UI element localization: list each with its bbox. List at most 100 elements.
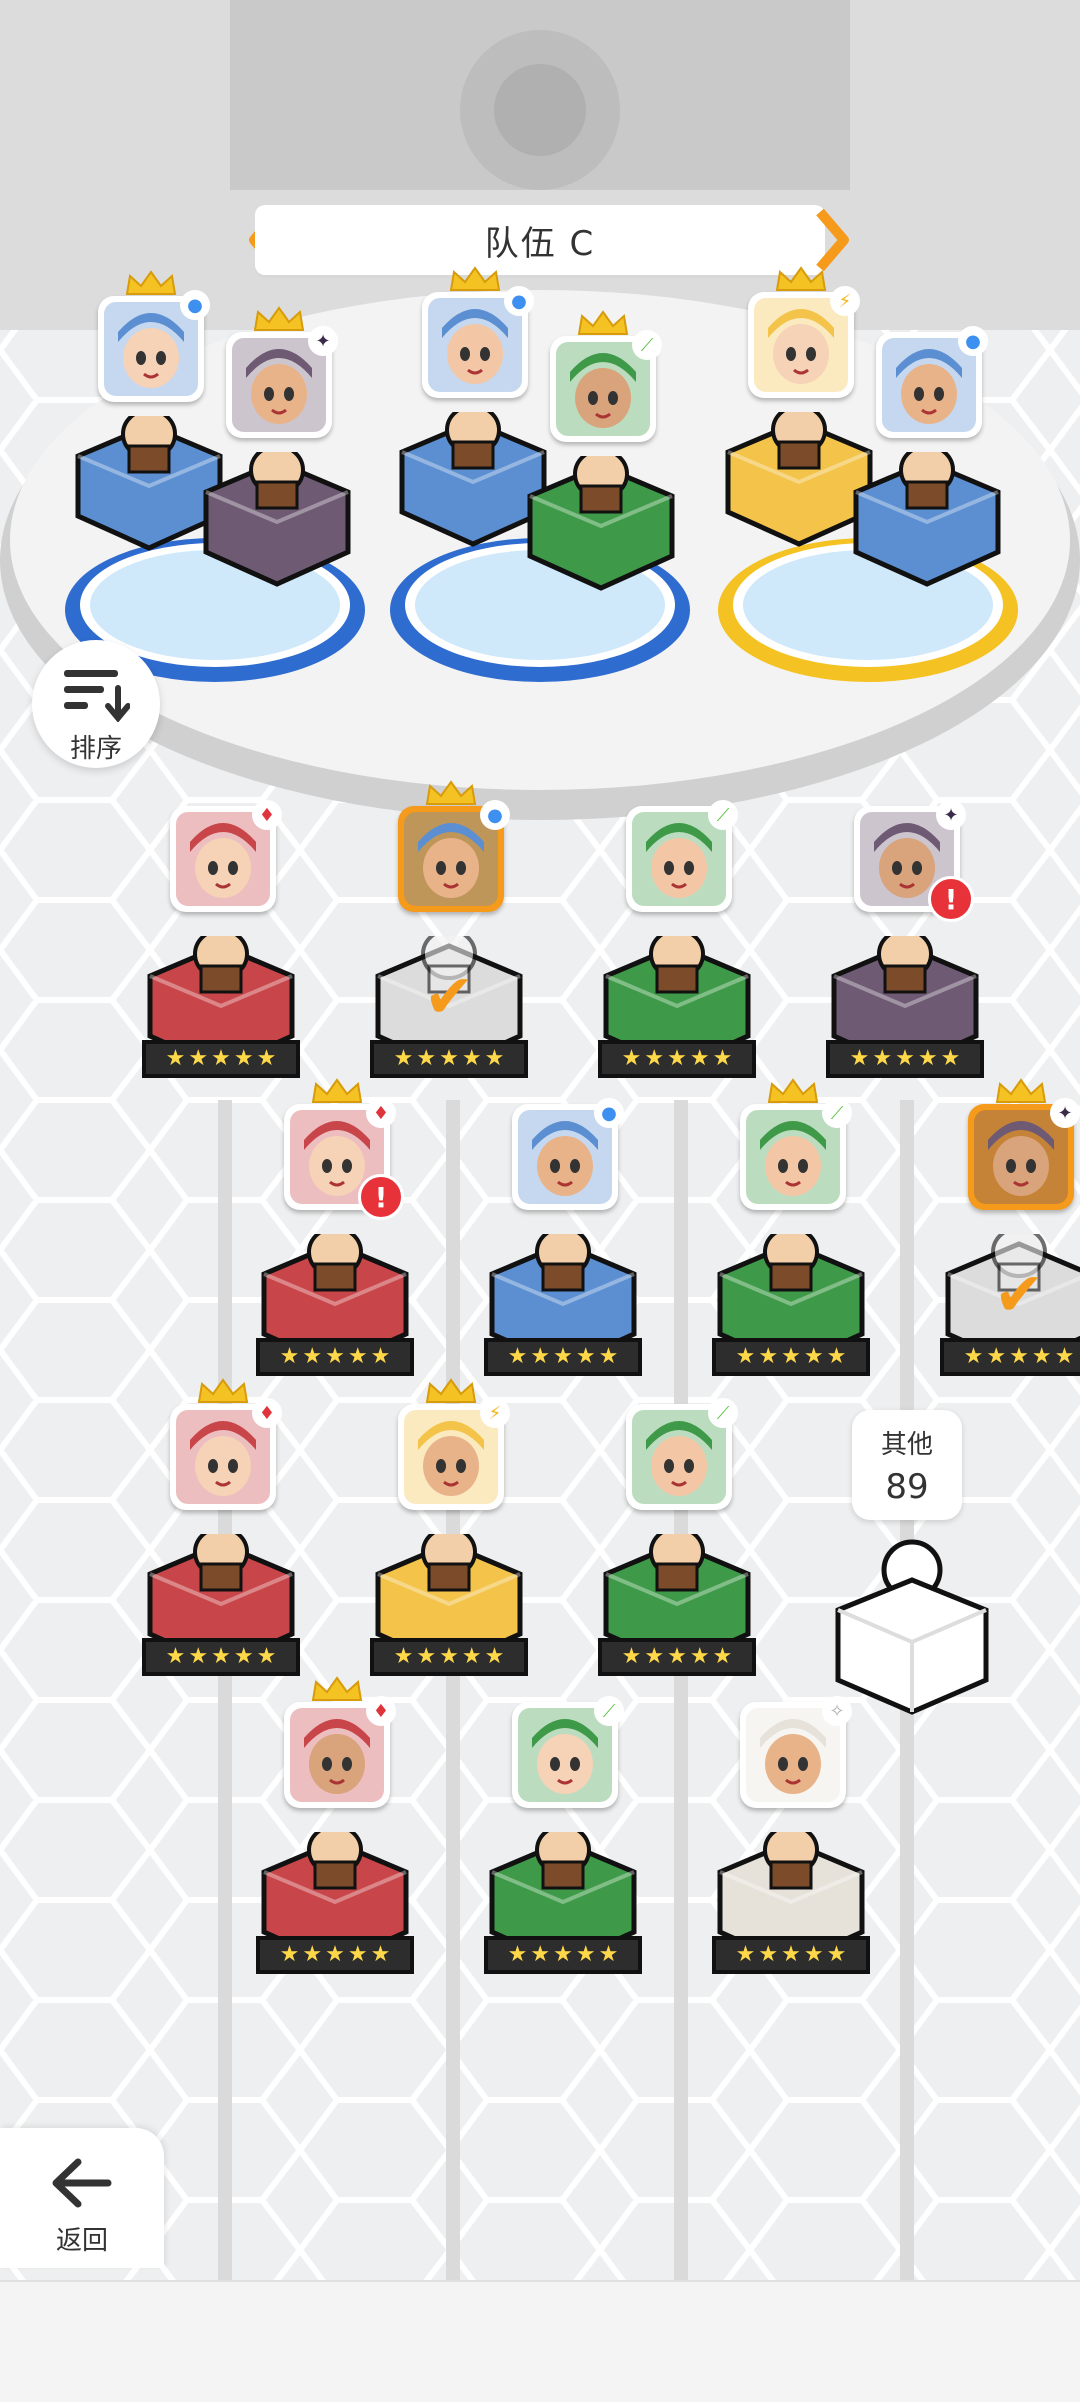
star-icon: ★ xyxy=(416,1644,437,1669)
roster-character-card[interactable]: ✧ xyxy=(740,1696,852,1808)
roster-character-card[interactable]: ♦ xyxy=(284,1676,396,1808)
star-icon: ★ xyxy=(826,1942,847,1967)
element-green-icon: ⟋ xyxy=(708,800,738,830)
star-icon: ★ xyxy=(461,1046,482,1071)
team-slot-right-front[interactable]: ● xyxy=(876,326,988,438)
sort-label: 排序 xyxy=(69,734,122,764)
star-icon: ★ xyxy=(689,1046,710,1071)
roster-character-card[interactable]: ⟋ xyxy=(626,1398,738,1510)
element-green-icon: ⟋ xyxy=(632,330,662,360)
crown-icon xyxy=(424,1378,478,1404)
element-blue-icon: ● xyxy=(504,286,534,316)
star-icon: ★ xyxy=(256,1046,277,1071)
star-rating: ★ ★ ★ ★ ★ xyxy=(826,1040,984,1078)
star-rating: ★ ★ ★ ★ ★ xyxy=(484,1338,642,1376)
star-icon: ★ xyxy=(553,1942,573,1967)
star-rating: ★ ★ ★ ★ ★ xyxy=(370,1638,528,1676)
star-icon: ★ xyxy=(439,1046,459,1071)
element-green-icon: ⟋ xyxy=(708,1398,738,1428)
roster-character-card[interactable]: ✦ xyxy=(968,1078,1080,1210)
star-icon: ★ xyxy=(188,1644,209,1669)
star-icon: ★ xyxy=(188,1046,209,1071)
character-pedestal xyxy=(203,452,351,587)
roster-character-card[interactable]: ● xyxy=(398,780,510,912)
back-label: 返回 xyxy=(55,2226,108,2256)
character-face xyxy=(404,1410,498,1504)
team-name-banner: 队伍 C xyxy=(255,205,825,275)
star-icon: ★ xyxy=(667,1644,687,1669)
team-slot-mid-front[interactable]: ⟋ xyxy=(550,310,662,442)
others-count-bubble[interactable]: 其他 89 xyxy=(852,1410,962,1520)
character-face xyxy=(754,298,848,392)
roster-character-card[interactable]: ⟋ xyxy=(740,1078,852,1210)
crown-icon xyxy=(252,306,306,332)
roster-character-card[interactable]: ♦! xyxy=(284,1078,404,1220)
star-icon: ★ xyxy=(872,1046,893,1071)
star-icon: ★ xyxy=(986,1344,1007,1369)
selected-check-icon: ✔ xyxy=(993,1260,1045,1330)
others-placeholder-pedestal[interactable] xyxy=(832,1530,992,1720)
character-pedestal xyxy=(853,452,1001,587)
star-rating: ★ ★ ★ ★ ★ xyxy=(256,1338,414,1376)
character-face xyxy=(746,1708,840,1802)
team-slot-left-front[interactable]: ✦ xyxy=(226,306,338,438)
star-icon: ★ xyxy=(347,1344,368,1369)
star-icon: ★ xyxy=(279,1942,300,1967)
star-icon: ★ xyxy=(211,1644,231,1669)
team-name: 队伍 C xyxy=(484,223,596,264)
roster-character-card[interactable]: ✦! xyxy=(854,800,974,922)
character-face xyxy=(428,298,522,392)
element-red-icon: ♦ xyxy=(366,1098,396,1128)
team-slot-right-back[interactable]: ⚡ xyxy=(748,266,860,398)
star-icon: ★ xyxy=(165,1046,186,1071)
element-blue-icon: ● xyxy=(180,290,210,320)
star-icon: ★ xyxy=(667,1046,687,1071)
roster-character-card[interactable]: ⟋ xyxy=(626,800,738,912)
character-face xyxy=(404,812,498,906)
star-icon: ★ xyxy=(712,1644,733,1669)
roster-character-card[interactable]: ⟋ xyxy=(512,1696,624,1808)
star-icon: ★ xyxy=(325,1942,345,1967)
roster-character-card[interactable]: ♦ xyxy=(170,1378,282,1510)
next-team-button[interactable] xyxy=(808,205,858,275)
star-icon: ★ xyxy=(416,1046,437,1071)
star-icon: ★ xyxy=(370,1344,391,1369)
roster-character-card[interactable]: ⚡ xyxy=(398,1378,510,1510)
crown-icon xyxy=(124,270,178,296)
team-slot-mid-back[interactable]: ● xyxy=(422,266,534,398)
star-icon: ★ xyxy=(530,1942,551,1967)
character-face xyxy=(556,342,650,436)
element-blue-icon: ● xyxy=(480,800,510,830)
star-icon: ★ xyxy=(758,1344,779,1369)
star-icon: ★ xyxy=(165,1644,186,1669)
crown-icon xyxy=(310,1676,364,1702)
team-slot-left-back[interactable]: ● xyxy=(98,270,210,402)
star-icon: ★ xyxy=(803,1344,824,1369)
character-pedestal xyxy=(527,456,675,591)
star-rating: ★ ★ ★ ★ ★ xyxy=(712,1338,870,1376)
sort-button[interactable]: 排序 xyxy=(32,640,160,768)
character-face xyxy=(974,1110,1068,1204)
star-icon: ★ xyxy=(781,1344,801,1369)
bottom-bar xyxy=(0,2280,1080,2402)
star-icon: ★ xyxy=(849,1046,870,1071)
element-purple-icon: ✦ xyxy=(936,800,966,830)
character-face xyxy=(746,1110,840,1204)
star-rating: ★ ★ ★ ★ ★ xyxy=(142,1040,300,1078)
star-icon: ★ xyxy=(917,1046,938,1071)
character-face xyxy=(518,1708,612,1802)
star-icon: ★ xyxy=(370,1942,391,1967)
roster-character-card[interactable]: ● xyxy=(512,1098,624,1210)
star-icon: ★ xyxy=(256,1644,277,1669)
crown-icon xyxy=(766,1078,820,1104)
element-red-icon: ♦ xyxy=(252,1398,282,1428)
star-icon: ★ xyxy=(598,1344,619,1369)
element-purple-icon: ✦ xyxy=(308,326,338,356)
star-icon: ★ xyxy=(575,1344,596,1369)
star-icon: ★ xyxy=(735,1344,756,1369)
star-rating: ★ ★ ★ ★ ★ xyxy=(598,1040,756,1078)
back-button[interactable]: 返回 xyxy=(0,2128,164,2268)
character-face xyxy=(104,302,198,396)
roster-character-card[interactable]: ♦ xyxy=(170,800,282,912)
star-icon: ★ xyxy=(347,1942,368,1967)
